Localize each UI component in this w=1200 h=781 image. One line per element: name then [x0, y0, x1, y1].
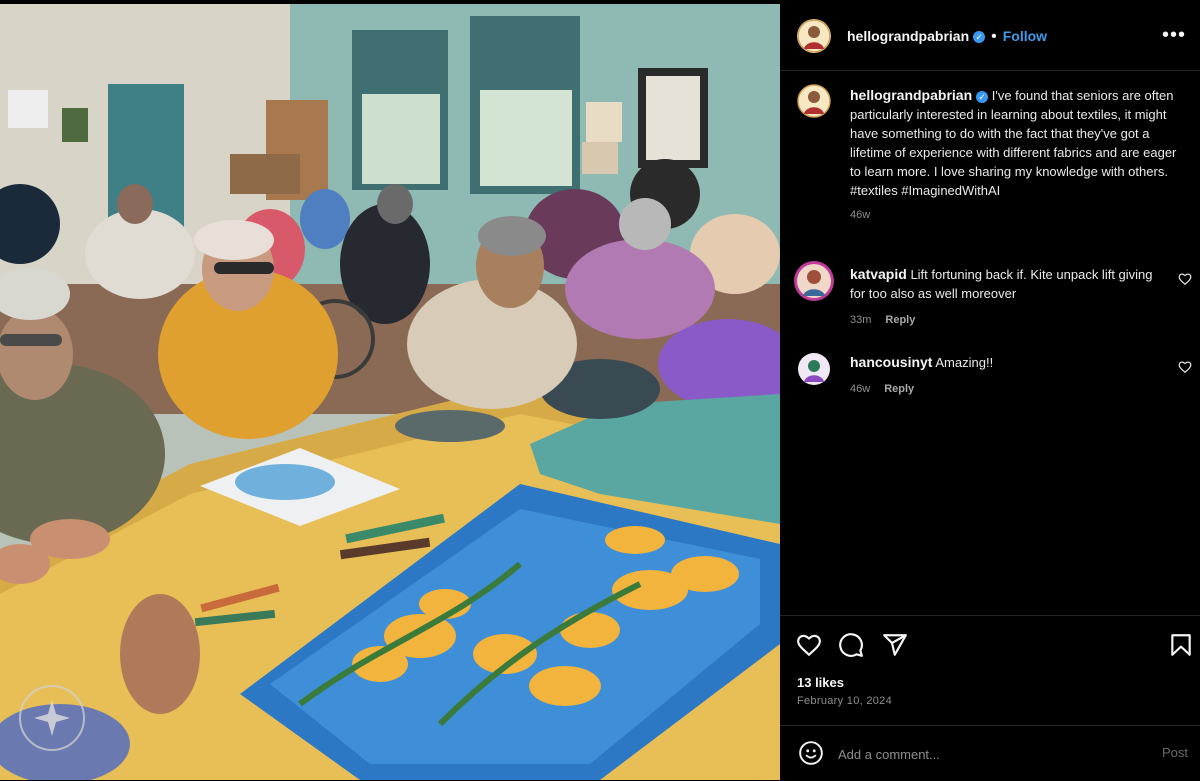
emoji-icon[interactable]: [798, 740, 824, 766]
commenter-avatar[interactable]: [797, 352, 831, 386]
follow-button[interactable]: Follow: [1003, 28, 1047, 44]
caption-age: 46w: [850, 209, 871, 221]
bookmark-icon[interactable]: [1168, 632, 1194, 658]
verified-badge-icon: ✓: [973, 30, 986, 43]
post-header: hellograndpabrian ✓ • Follow •••: [780, 0, 1200, 71]
caption-text: I've found that seniors are often partic…: [850, 88, 1177, 198]
comment-age: 46w: [850, 383, 871, 395]
caption-author-avatar[interactable]: [797, 84, 831, 118]
comment-item: katvapid Lift fortuning back if. Kite un…: [850, 265, 1170, 330]
more-options-icon[interactable]: •••: [1162, 24, 1186, 47]
verified-badge-icon: ✓: [976, 90, 989, 103]
post-caption: hellograndpabrian ✓ I've found that senio…: [850, 86, 1180, 225]
comment-icon[interactable]: [838, 632, 864, 658]
caption-username[interactable]: hellograndpabrian: [850, 87, 972, 103]
post-actions: 13 likes February 10, 2024: [780, 615, 1200, 726]
author-avatar[interactable]: [797, 19, 831, 53]
separator-dot: •: [991, 28, 997, 45]
comment-username[interactable]: hancousinyt: [850, 354, 932, 370]
reply-button[interactable]: Reply: [884, 383, 914, 395]
comment-username[interactable]: katvapid: [850, 266, 907, 282]
author-username[interactable]: hellograndpabrian: [847, 28, 969, 44]
post-image: [0, 4, 780, 780]
likes-count[interactable]: 13 likes: [797, 675, 844, 690]
comment-input[interactable]: [836, 741, 1110, 767]
like-comment-heart-icon[interactable]: [1178, 360, 1192, 374]
comment-item: hancousinyt Amazing!! 46w Reply: [850, 353, 1170, 399]
add-comment-bar: Post: [780, 725, 1200, 781]
heart-icon[interactable]: [796, 632, 822, 658]
reply-button[interactable]: Reply: [885, 314, 915, 326]
post-date: February 10, 2024: [797, 695, 892, 707]
comment-age: 33m: [850, 314, 872, 326]
post-panel: hellograndpabrian ✓ • Follow ••• hellogrand…: [780, 0, 1200, 780]
post-comment-button[interactable]: Post: [1162, 745, 1188, 760]
share-icon[interactable]: [882, 632, 908, 658]
commenter-avatar[interactable]: [793, 260, 835, 302]
comment-text: Amazing!!: [935, 355, 994, 370]
like-comment-heart-icon[interactable]: [1178, 272, 1192, 286]
